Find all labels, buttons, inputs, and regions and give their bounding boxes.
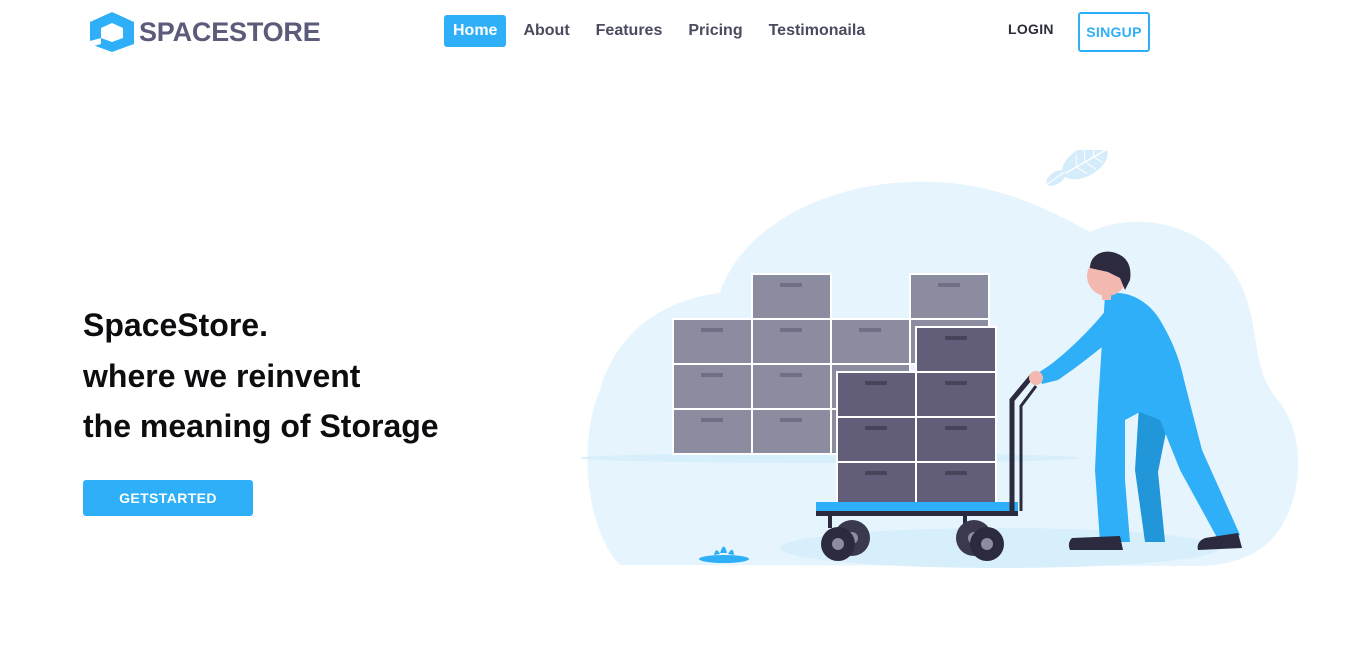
hero-heading: SpaceStore. where we reinvent the meanin… <box>83 300 439 452</box>
nav-item-home[interactable]: Home <box>444 15 507 47</box>
nav-item-testimonials[interactable]: Testimonaila <box>760 15 875 47</box>
hero-line-2: where we reinvent <box>83 357 361 394</box>
person-pushing-cart-illustration <box>580 150 1299 568</box>
brand-name: SPACESTORE <box>139 16 321 47</box>
signup-button[interactable]: SINGUP <box>1078 12 1150 52</box>
hexagon-box-logo-icon <box>90 12 134 52</box>
nav-item-pricing[interactable]: Pricing <box>679 15 751 47</box>
get-started-button[interactable]: GETSTARTED <box>83 480 253 516</box>
leaf-icon <box>1062 150 1108 180</box>
navbar: SPACESTORE Home About Features Pricing T… <box>0 0 1366 64</box>
landing-page: SPACESTORE Home About Features Pricing T… <box>0 0 1366 646</box>
hero-line-3: the meaning of Storage <box>83 408 439 444</box>
nav-item-about[interactable]: About <box>514 15 578 47</box>
brand-link[interactable]: SPACESTORE <box>88 11 321 53</box>
main-nav: Home About Features Pricing Testimonaila <box>444 15 882 47</box>
login-link[interactable]: LOGIN <box>1008 21 1054 37</box>
nav-item-features[interactable]: Features <box>587 15 672 47</box>
hero-line-1: SpaceStore. <box>83 307 268 343</box>
